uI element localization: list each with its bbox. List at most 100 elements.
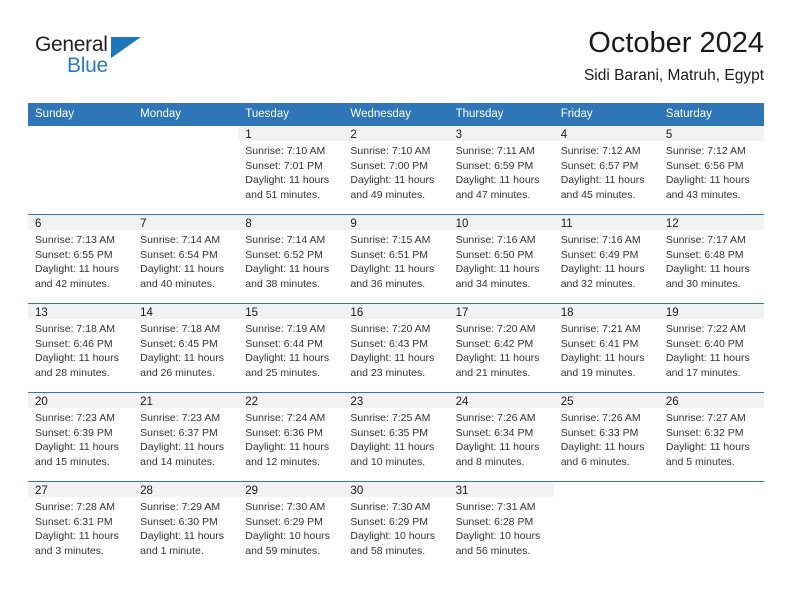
calendar-day-cell[interactable]: 18 Sunrise: 7:21 AM Sunset: 6:41 PM Dayligh… (553, 303, 659, 393)
calendar-day-cell[interactable]: 12 Sunrise: 7:17 AM Sunset: 6:48 PM Dayligh… (658, 214, 764, 304)
sunrise-time: Sunrise: 7:29 AM (140, 501, 221, 513)
weekday-header-tuesday: Tuesday (238, 103, 344, 126)
daylight-duration-line2: and 21 minutes. (455, 366, 531, 379)
calendar-day-cell[interactable]: 15 Sunrise: 7:19 AM Sunset: 6:44 PM Dayligh… (238, 303, 344, 393)
sunset-time: Sunset: 6:35 PM (350, 426, 429, 439)
day-number: 27 (28, 482, 134, 497)
day-number: 16 (343, 304, 449, 319)
daylight-duration-line2: and 32 minutes. (560, 277, 636, 290)
day-cell-content: 30 Sunrise: 7:30 AM Sunset: 6:29 PM Dayligh… (343, 482, 449, 570)
sunset-time: Sunset: 6:46 PM (35, 337, 113, 350)
day-cell-details: Sunrise: 7:27 AM Sunset: 6:32 PM Daylight:… (659, 408, 764, 469)
daylight-duration-line2: and 30 minutes. (665, 277, 741, 290)
day-number: 22 (238, 393, 344, 408)
sunset-time: Sunset: 6:39 PM (35, 426, 113, 439)
calendar-day-cell[interactable]: 23 Sunrise: 7:25 AM Sunset: 6:35 PM Dayligh… (343, 392, 449, 482)
general-blue-logo[interactable]: General Blue (35, 32, 165, 84)
daylight-duration-line2: and 56 minutes. (455, 544, 531, 557)
calendar-day-cell[interactable]: 17 Sunrise: 7:20 AM Sunset: 6:42 PM Dayligh… (448, 303, 554, 393)
calendar-day-cell[interactable]: 20 Sunrise: 7:23 AM Sunset: 6:39 PM Dayligh… (28, 392, 134, 482)
sunrise-time: Sunrise: 7:13 AM (35, 234, 115, 246)
calendar-day-cell (28, 126, 133, 215)
calendar-day-cell[interactable]: 25 Sunrise: 7:26 AM Sunset: 6:33 PM Dayligh… (553, 392, 659, 482)
daylight-duration-line1: Daylight: 11 hours (350, 263, 435, 276)
day-number: 10 (448, 215, 554, 230)
day-number: 24 (448, 393, 554, 408)
calendar-day-cell[interactable]: 19 Sunrise: 7:22 AM Sunset: 6:40 PM Dayligh… (658, 303, 764, 393)
day-cell-content: 9 Sunrise: 7:15 AM Sunset: 6:51 PM Daylight… (343, 215, 449, 303)
daylight-duration-line2: and 10 minutes. (350, 455, 426, 468)
sunrise-time: Sunrise: 7:12 AM (560, 145, 641, 157)
sunrise-time: Sunrise: 7:12 AM (665, 145, 746, 157)
calendar-day-cell[interactable]: 7 Sunrise: 7:14 AM Sunset: 6:54 PM Daylight… (133, 214, 239, 304)
day-cell-details: Sunrise: 7:25 AM Sunset: 6:35 PM Daylight:… (343, 408, 448, 469)
sunrise-time: Sunrise: 7:14 AM (245, 234, 326, 246)
calendar-day-cell[interactable]: 27 Sunrise: 7:28 AM Sunset: 6:31 PM Dayligh… (28, 481, 134, 570)
sunset-time: Sunset: 6:55 PM (35, 248, 113, 261)
weekday-header-sunday: Sunday (28, 103, 134, 126)
sunset-time: Sunset: 6:28 PM (455, 515, 534, 528)
page-title: October 2024 (588, 27, 764, 59)
sunset-time: Sunset: 6:29 PM (350, 515, 429, 528)
day-cell-details: Sunrise: 7:20 AM Sunset: 6:42 PM Daylight:… (449, 319, 554, 380)
calendar-day-cell[interactable]: 16 Sunrise: 7:20 AM Sunset: 6:43 PM Dayligh… (343, 303, 449, 393)
day-cell-details: Sunrise: 7:28 AM Sunset: 6:31 PM Daylight:… (28, 497, 133, 558)
calendar-day-cell[interactable]: 2 Sunrise: 7:10 AM Sunset: 7:00 PM Daylight… (343, 126, 449, 215)
day-cell-details: Sunrise: 7:18 AM Sunset: 6:45 PM Daylight:… (133, 319, 238, 380)
calendar-day-cell[interactable]: 5 Sunrise: 7:12 AM Sunset: 6:56 PM Daylight… (658, 126, 764, 215)
sunset-time: Sunset: 6:51 PM (350, 248, 429, 261)
calendar-day-cell[interactable]: 9 Sunrise: 7:15 AM Sunset: 6:51 PM Daylight… (343, 214, 449, 304)
day-cell-content (28, 126, 133, 214)
sunset-time: Sunset: 6:42 PM (455, 337, 534, 350)
calendar-day-cell[interactable]: 31 Sunrise: 7:31 AM Sunset: 6:28 PM Dayligh… (448, 481, 554, 570)
daylight-duration-line2: and 5 minutes. (665, 455, 735, 468)
sunset-time: Sunset: 7:01 PM (245, 159, 323, 172)
calendar-day-cell[interactable]: 3 Sunrise: 7:11 AM Sunset: 6:59 PM Daylight… (448, 126, 554, 215)
calendar-day-cell[interactable]: 29 Sunrise: 7:30 AM Sunset: 6:29 PM Dayligh… (238, 481, 344, 570)
calendar-week-row: 27 Sunrise: 7:28 AM Sunset: 6:31 PM Dayligh… (28, 481, 764, 570)
day-cell-details: Sunrise: 7:23 AM Sunset: 6:37 PM Daylight:… (133, 408, 238, 469)
day-number: 9 (343, 215, 449, 230)
calendar-day-cell[interactable]: 4 Sunrise: 7:12 AM Sunset: 6:57 PM Daylight… (553, 126, 659, 215)
day-cell-content: 1 Sunrise: 7:10 AM Sunset: 7:01 PM Daylight… (238, 126, 344, 214)
sunrise-time: Sunrise: 7:30 AM (350, 501, 431, 513)
day-cell-details: Sunrise: 7:14 AM Sunset: 6:52 PM Daylight:… (238, 230, 343, 291)
calendar-day-cell[interactable]: 28 Sunrise: 7:29 AM Sunset: 6:30 PM Dayligh… (133, 481, 239, 570)
calendar-day-cell[interactable]: 11 Sunrise: 7:16 AM Sunset: 6:49 PM Dayligh… (553, 214, 659, 304)
weekday-header-monday: Monday (133, 103, 239, 126)
day-number: 23 (343, 393, 449, 408)
day-number: 19 (658, 304, 764, 319)
calendar-day-cell[interactable]: 8 Sunrise: 7:14 AM Sunset: 6:52 PM Daylight… (238, 214, 344, 304)
day-cell-details: Sunrise: 7:18 AM Sunset: 6:46 PM Daylight:… (28, 319, 133, 380)
daylight-duration-line2: and 17 minutes. (665, 366, 741, 379)
day-cell-content: 10 Sunrise: 7:16 AM Sunset: 6:50 PM Dayligh… (448, 215, 554, 303)
calendar-day-cell[interactable]: 30 Sunrise: 7:30 AM Sunset: 6:29 PM Dayligh… (343, 481, 449, 570)
calendar-day-cell[interactable]: 26 Sunrise: 7:27 AM Sunset: 6:32 PM Dayligh… (658, 392, 764, 482)
calendar-day-cell[interactable]: 1 Sunrise: 7:10 AM Sunset: 7:01 PM Daylight… (238, 126, 344, 215)
sunset-time: Sunset: 6:56 PM (665, 159, 744, 172)
daylight-duration-line2: and 38 minutes. (245, 277, 320, 290)
sunset-time: Sunset: 6:49 PM (560, 248, 639, 261)
day-cell-content: 23 Sunrise: 7:25 AM Sunset: 6:35 PM Dayligh… (343, 393, 449, 481)
calendar-header-row: Sunday Monday Tuesday Wednesday Thursday… (28, 103, 764, 126)
calendar-day-cell[interactable]: 24 Sunrise: 7:26 AM Sunset: 6:34 PM Dayligh… (448, 392, 554, 482)
calendar-day-cell[interactable]: 22 Sunrise: 7:24 AM Sunset: 6:36 PM Dayligh… (238, 392, 344, 482)
day-number: 31 (448, 482, 554, 497)
day-cell-content: 25 Sunrise: 7:26 AM Sunset: 6:33 PM Dayligh… (553, 393, 659, 481)
daylight-duration-line1: Daylight: 11 hours (560, 352, 645, 365)
daylight-duration-line2: and 51 minutes. (245, 188, 320, 201)
daylight-duration-line1: Daylight: 11 hours (455, 263, 540, 276)
calendar-day-cell[interactable]: 14 Sunrise: 7:18 AM Sunset: 6:45 PM Dayligh… (133, 303, 239, 393)
sunrise-time: Sunrise: 7:10 AM (350, 145, 431, 157)
day-cell-content: 28 Sunrise: 7:29 AM Sunset: 6:30 PM Dayligh… (133, 482, 239, 570)
calendar-day-cell[interactable]: 6 Sunrise: 7:13 AM Sunset: 6:55 PM Daylight… (28, 214, 134, 304)
calendar-day-cell (553, 481, 659, 570)
calendar-day-cell[interactable]: 21 Sunrise: 7:23 AM Sunset: 6:37 PM Dayligh… (133, 392, 239, 482)
daylight-duration-line1: Daylight: 11 hours (35, 441, 119, 454)
calendar-day-cell[interactable]: 13 Sunrise: 7:18 AM Sunset: 6:46 PM Dayligh… (28, 303, 134, 393)
day-cell-details: Sunrise: 7:26 AM Sunset: 6:34 PM Daylight:… (449, 408, 554, 469)
day-cell-details: Sunrise: 7:22 AM Sunset: 6:40 PM Daylight:… (659, 319, 764, 380)
calendar-day-cell[interactable]: 10 Sunrise: 7:16 AM Sunset: 6:50 PM Dayligh… (448, 214, 554, 304)
sunset-time: Sunset: 6:36 PM (245, 426, 323, 439)
daylight-duration-line1: Daylight: 10 hours (455, 530, 541, 543)
